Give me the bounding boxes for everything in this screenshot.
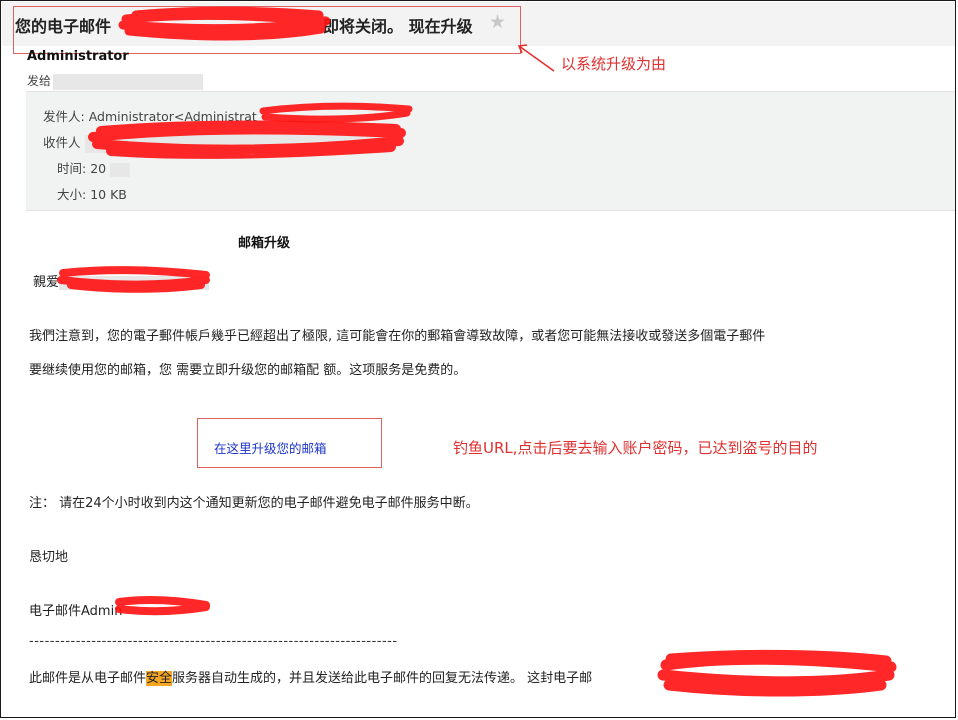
send-to-label: 发给 (27, 74, 52, 88)
subject-highlight-box (13, 6, 521, 54)
body-title: 邮箱升级 (238, 236, 291, 251)
from-row: 发件人: Administrator<Administrat (43, 106, 257, 125)
paragraph-2: 要继续使用您的邮箱，您 需要立即升级您的邮箱配 额。这项服务是免费的。 (29, 363, 467, 378)
closing-line: 恳切地 (29, 550, 69, 565)
link-annotation: 钓鱼URL,点击后要去输入账户密码，已达到盗号的目的 (453, 439, 818, 457)
signature-line: 电子邮件Admin (29, 604, 123, 619)
time-label: 时间: (57, 161, 87, 176)
footer-divider: ----------------------------------------… (29, 634, 398, 649)
to-blurred (84, 134, 385, 153)
footer-highlight: 安全 (146, 671, 173, 686)
upgrade-mailbox-link[interactable]: 在这里升级您的邮箱 (214, 438, 327, 457)
footer-after: 服务器自动生成的，并且发送给此电子邮件的回复无法传递。 这封电子邮 (172, 671, 593, 686)
time-blurred (110, 162, 131, 177)
greeting: 親爱 (33, 271, 210, 290)
paragraph-1: 我們注意到，您的電子郵件帳戶幾乎已經超出了極限, 這可能會在你的郵箱會導致故障，… (29, 329, 766, 344)
from-value: Administrator<Administrat (88, 109, 257, 124)
size-value: 10 KB (90, 187, 127, 202)
size-label: 大小: (57, 187, 87, 202)
send-to-blurred (53, 73, 204, 90)
subject-annotation: 以系统升级为由 (561, 55, 667, 73)
greeting-text: 親爱 (33, 275, 60, 290)
sender-name[interactable]: Administrator (27, 49, 129, 64)
time-row: 时间: 20 (57, 158, 131, 177)
notice-line: 注： 请在24个小时收到内这个通知更新您的电子邮件避免电子邮件服务中断。 (29, 496, 479, 511)
send-to-line: 发给 (27, 72, 204, 90)
email-viewer: 您的电子邮件 即将关闭。 现在升级 ★ 以系统升级为由 Administrator… (0, 0, 956, 718)
to-row: 收件人 (43, 132, 385, 153)
from-label: 发件人: (43, 109, 85, 124)
size-row: 大小: 10 KB (57, 184, 127, 203)
footer-before: 此邮件是从电子邮件 (29, 671, 147, 686)
annotation-arrow-icon (517, 44, 555, 72)
footer-redaction-scribble (657, 649, 897, 697)
greeting-blurred (59, 275, 210, 290)
to-label: 收件人 (43, 135, 81, 150)
signature-redaction-scribble (115, 596, 210, 616)
time-value: 20 (90, 161, 107, 176)
footer-line: 此邮件是从电子邮件安全服务器自动生成的，并且发送给此电子邮件的回复无法传递。 这… (29, 667, 592, 686)
email-meta-panel: 发件人: Administrator<Administrat 收件人 时间: 2… (26, 91, 955, 211)
